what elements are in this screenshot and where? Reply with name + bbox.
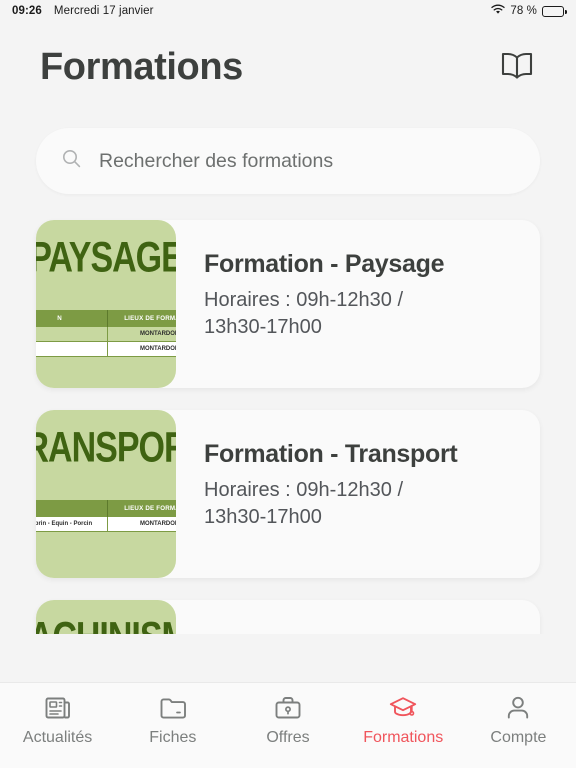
search-box[interactable] — [36, 128, 540, 194]
tab-fiches[interactable]: Fiches — [115, 693, 230, 747]
status-bar: 09:26 Mercredi 17 janvier 78 % — [0, 0, 576, 22]
newspaper-icon — [43, 693, 73, 723]
thumbnail-table-cell: MONTARDON — [107, 517, 176, 532]
graduation-cap-icon — [388, 693, 418, 723]
thumbnail-banner-text: PAYSAGE — [36, 234, 176, 282]
list-item[interactable]: TRANSPORT LIEUX DE FORMATION Caprin - Eq… — [36, 410, 540, 578]
course-info: Formation - Machinisme Horaires : 09h-12… — [176, 600, 540, 634]
tab-actualites[interactable]: Actualités — [0, 693, 115, 747]
search-icon — [62, 149, 81, 173]
thumbnail-table-cell: Caprin - Equin - Porcin — [36, 517, 109, 532]
course-schedule: Horaires : 09h-12h30 / 13h30-17h00 — [204, 289, 404, 338]
tab-label: Formations — [363, 729, 444, 746]
search-input[interactable] — [99, 149, 514, 173]
status-date: Mercredi 17 janvier — [53, 5, 154, 17]
course-info: Formation - Transport Horaires : 09h-12h… — [176, 410, 540, 578]
formations-list[interactable]: PAYSAGE N LIEUX DE FORMATION MONTARDON M… — [0, 194, 576, 634]
thumbnail-table-header: LIEUX DE FORMATION — [107, 500, 176, 517]
tab-label: Offres — [266, 729, 310, 746]
course-thumbnail: PAYSAGE N LIEUX DE FORMATION MONTARDON M… — [36, 220, 176, 388]
course-schedule: Horaires : 09h-12h30 / 13h30-17h00 — [204, 479, 404, 528]
thumbnail-table-cell: MONTARDON — [107, 341, 176, 357]
status-bar-right: 78 % — [491, 4, 567, 18]
course-title: Formation - Machinisme — [204, 630, 518, 634]
person-icon — [503, 693, 533, 723]
thumbnail-table-header: N — [36, 310, 109, 327]
page-title: Formations — [40, 45, 243, 88]
thumbnail-table: N LIEUX DE FORMATION MONTARDON MONTARDON — [36, 310, 176, 357]
thumbnail-table: LIEUX DE FORMATION Caprin - Equin - Porc… — [36, 500, 176, 532]
book-button[interactable] — [494, 44, 540, 90]
thumbnail-table-cell: MONTARDON — [107, 327, 176, 342]
thumbnail-table-header: LIEUX DE FORMATION — [107, 310, 176, 327]
status-bar-left: 09:26 Mercredi 17 janvier — [12, 5, 154, 17]
thumbnail-table-cell — [36, 327, 109, 342]
bottom-tab-bar: Actualités Fiches Offres Formations Comp… — [0, 682, 576, 768]
thumbnail-banner-text: TRANSPORT — [36, 424, 176, 472]
battery-percent-label: 78 % — [510, 5, 537, 17]
course-title: Formation - Paysage — [204, 250, 445, 278]
search-section — [0, 112, 576, 194]
book-icon — [500, 51, 534, 84]
tab-label: Compte — [490, 729, 547, 746]
course-thumbnail: MACHINISME LIEUX DE FORMATION MONTARDON — [36, 600, 176, 634]
thumbnail-table-header — [36, 500, 109, 517]
course-thumbnail: TRANSPORT LIEUX DE FORMATION Caprin - Eq… — [36, 410, 176, 578]
battery-icon — [542, 5, 567, 17]
briefcase-icon — [273, 693, 303, 723]
tab-label: Actualités — [22, 729, 93, 746]
thumbnail-banner-text: MACHINISME — [36, 614, 176, 634]
tab-compte[interactable]: Compte — [461, 693, 576, 747]
status-time: 09:26 — [12, 5, 42, 17]
tab-label: Fiches — [149, 729, 197, 746]
tab-offres[interactable]: Offres — [230, 693, 345, 747]
app-header: Formations — [0, 22, 576, 112]
folder-icon — [158, 693, 188, 723]
course-title: Formation - Transport — [204, 440, 458, 468]
list-item[interactable]: MACHINISME LIEUX DE FORMATION MONTARDON … — [36, 600, 540, 634]
tab-formations[interactable]: Formations — [346, 693, 461, 747]
wifi-icon — [491, 4, 506, 18]
course-info: Formation - Paysage Horaires : 09h-12h30… — [176, 220, 540, 388]
list-item[interactable]: PAYSAGE N LIEUX DE FORMATION MONTARDON M… — [36, 220, 540, 388]
thumbnail-table-cell — [36, 341, 109, 357]
